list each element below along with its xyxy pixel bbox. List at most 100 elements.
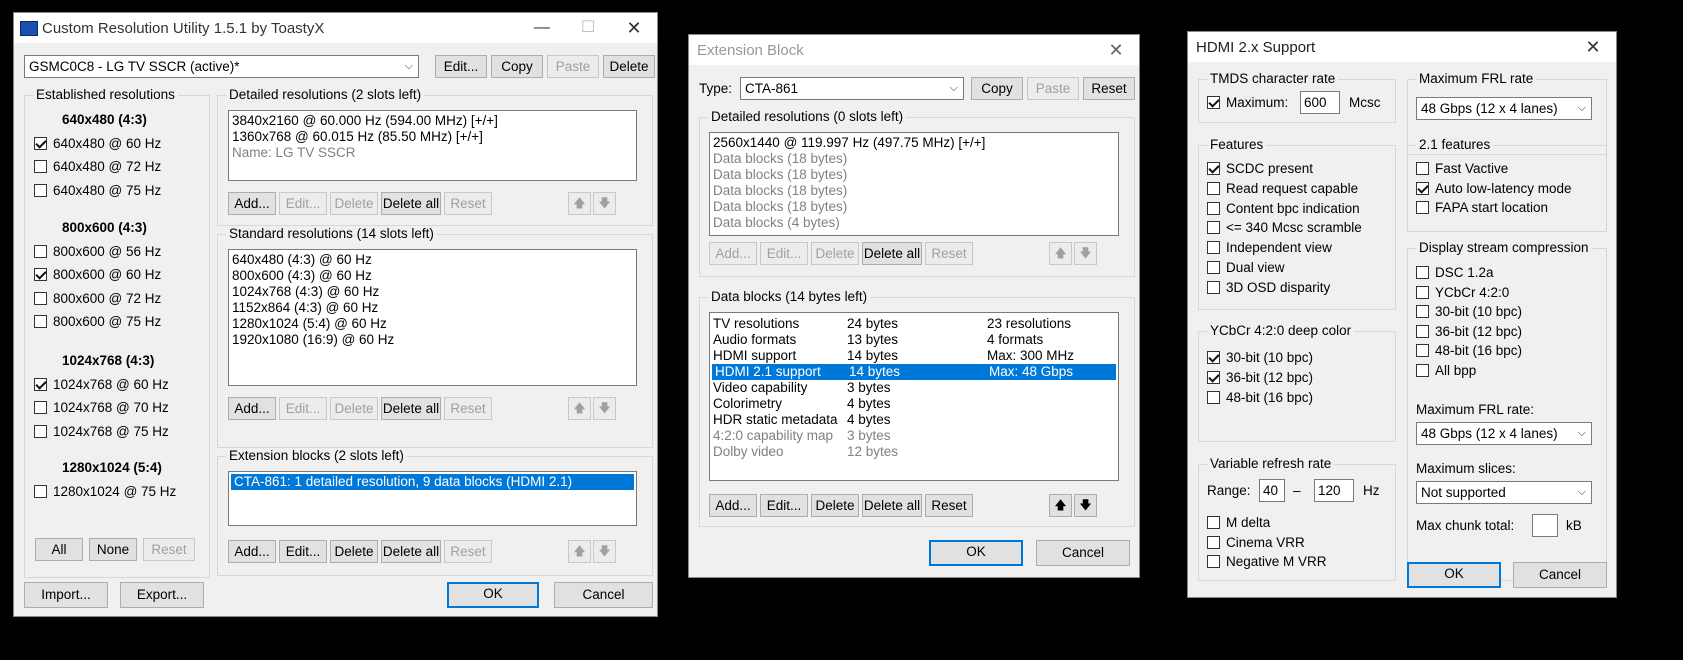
hdmi-ok-button[interactable]: OK bbox=[1407, 562, 1501, 588]
type-select[interactable]: CTA-861 ⌵ bbox=[740, 77, 964, 100]
import-button[interactable]: Import... bbox=[24, 582, 108, 608]
table-row[interactable]: HDMI support 14 bytes Max: 300 MHz bbox=[710, 348, 1118, 364]
arrow-down-icon[interactable]: 🡇 bbox=[593, 192, 616, 215]
list-item-name[interactable]: Name: LG TV SSCR bbox=[229, 145, 636, 161]
frl-select[interactable]: 48 Gbps (12 x 4 lanes) ⌵ bbox=[1416, 97, 1592, 120]
feature-checkbox[interactable]: Independent view bbox=[1207, 240, 1332, 256]
tmds-max-input[interactable]: 600 bbox=[1300, 91, 1340, 114]
established-checkbox[interactable]: 1024x768 @ 70 Hz bbox=[34, 400, 169, 416]
table-row[interactable]: Video capability 3 bytes bbox=[710, 380, 1118, 396]
edit-button[interactable]: Edit... bbox=[279, 397, 327, 420]
tmds-max-checkbox[interactable]: Maximum: bbox=[1207, 95, 1288, 111]
table-row[interactable]: TV resolutions 24 bytes 23 resolutions bbox=[710, 316, 1118, 332]
table-row[interactable]: 4:2:0 capability map 3 bytes bbox=[710, 428, 1118, 444]
list-item[interactable]: Data blocks (18 bytes) bbox=[710, 167, 1118, 183]
established-reset-button[interactable]: Reset bbox=[143, 538, 195, 561]
established-checkbox[interactable]: 1024x768 @ 60 Hz bbox=[34, 377, 169, 393]
ext-paste-button[interactable]: Paste bbox=[1027, 77, 1079, 100]
vrr-checkbox[interactable]: Negative M VRR bbox=[1207, 554, 1327, 570]
list-item[interactable]: 1280x1024 (5:4) @ 60 Hz bbox=[229, 316, 636, 332]
delete-all-button[interactable]: Delete all bbox=[381, 397, 441, 420]
arrow-up-icon[interactable]: 🡅 bbox=[568, 540, 591, 563]
delete-button[interactable]: Delete bbox=[811, 242, 859, 265]
established-checkbox[interactable]: 800x600 @ 72 Hz bbox=[34, 291, 161, 307]
edit-button[interactable]: Edit... bbox=[760, 494, 808, 517]
list-item[interactable]: 800x600 (4:3) @ 60 Hz bbox=[229, 268, 636, 284]
dsc-checkbox[interactable]: All bpp bbox=[1416, 363, 1476, 379]
arrow-down-icon[interactable]: 🡇 bbox=[593, 397, 616, 420]
maximize-icon[interactable]: ☐ bbox=[565, 13, 611, 43]
ext-reset-button[interactable]: Reset bbox=[1083, 77, 1135, 100]
ext-detailed-list[interactable]: 2560x1440 @ 119.997 Hz (497.75 MHz) [+/+… bbox=[709, 132, 1119, 236]
delete-all-button[interactable]: Delete all bbox=[862, 242, 922, 265]
ycbcr-checkbox[interactable]: 30-bit (10 bpc) bbox=[1207, 350, 1313, 366]
extension-list[interactable]: CTA-861: 1 detailed resolution, 9 data b… bbox=[228, 471, 637, 526]
add-button[interactable]: Add... bbox=[228, 397, 276, 420]
dsc-frl-select[interactable]: 48 Gbps (12 x 4 lanes) ⌵ bbox=[1416, 422, 1592, 445]
reset-button[interactable]: Reset bbox=[444, 192, 492, 215]
delete-button[interactable]: Delete bbox=[330, 192, 378, 215]
hdmi-titlebar[interactable]: HDMI 2.x Support ✕ bbox=[1188, 32, 1616, 62]
table-row-selected[interactable]: HDMI 2.1 support 14 bytes Max: 48 Gbps bbox=[712, 364, 1116, 380]
established-checkbox[interactable]: 800x600 @ 60 Hz bbox=[34, 267, 161, 283]
add-button[interactable]: Add... bbox=[228, 192, 276, 215]
reset-button[interactable]: Reset bbox=[444, 540, 492, 563]
ext-copy-button[interactable]: Copy bbox=[971, 77, 1023, 100]
arrow-up-icon[interactable]: 🡅 bbox=[1049, 242, 1072, 265]
edit-button[interactable]: Edit... bbox=[279, 192, 327, 215]
cru-titlebar[interactable]: Custom Resolution Utility 1.5.1 by Toast… bbox=[14, 13, 657, 43]
reset-button[interactable]: Reset bbox=[444, 397, 492, 420]
dsc-checkbox[interactable]: 36-bit (12 bpc) bbox=[1416, 324, 1522, 340]
f21-checkbox[interactable]: Auto low-latency mode bbox=[1416, 181, 1572, 197]
cancel-button[interactable]: Cancel bbox=[554, 582, 653, 608]
list-item[interactable]: Data blocks (18 bytes) bbox=[710, 151, 1118, 167]
datablocks-list[interactable]: TV resolutions 24 bytes 23 resolutions Audi… bbox=[709, 312, 1119, 481]
table-row[interactable]: Colorimetry 4 bytes bbox=[710, 396, 1118, 412]
reset-button[interactable]: Reset bbox=[925, 242, 973, 265]
table-row[interactable]: Dolby video 12 bytes bbox=[710, 444, 1118, 460]
edit-button[interactable]: Edit... bbox=[279, 540, 327, 563]
feature-checkbox[interactable]: <= 340 Mcsc scramble bbox=[1207, 220, 1362, 236]
ycbcr-checkbox[interactable]: 48-bit (16 bpc) bbox=[1207, 390, 1313, 406]
copy-display-button[interactable]: Copy bbox=[491, 55, 543, 78]
detailed-list[interactable]: 3840x2160 @ 60.000 Hz (594.00 MHz) [+/+]… bbox=[228, 110, 637, 181]
established-checkbox[interactable]: 640x480 @ 60 Hz bbox=[34, 136, 161, 152]
list-item[interactable]: Data blocks (18 bytes) bbox=[710, 183, 1118, 199]
arrow-down-icon[interactable]: 🡇 bbox=[1074, 242, 1097, 265]
close-icon[interactable]: ✕ bbox=[611, 13, 657, 43]
feature-checkbox[interactable]: Content bpc indication bbox=[1207, 201, 1360, 217]
feature-checkbox[interactable]: Dual view bbox=[1207, 260, 1285, 276]
all-button[interactable]: All bbox=[35, 538, 83, 561]
list-item[interactable]: 2560x1440 @ 119.997 Hz (497.75 MHz) [+/+… bbox=[710, 135, 1118, 151]
arrow-down-icon[interactable]: 🡇 bbox=[1074, 494, 1097, 517]
arrow-up-icon[interactable]: 🡅 bbox=[1049, 494, 1072, 517]
delete-button[interactable]: Delete bbox=[330, 397, 378, 420]
list-item-selected[interactable]: CTA-861: 1 detailed resolution, 9 data b… bbox=[231, 474, 634, 490]
list-item[interactable]: 1920x1080 (16:9) @ 60 Hz bbox=[229, 332, 636, 348]
add-button[interactable]: Add... bbox=[709, 494, 757, 517]
ycbcr-checkbox[interactable]: 36-bit (12 bpc) bbox=[1207, 370, 1313, 386]
list-item[interactable]: Data blocks (4 bytes) bbox=[710, 215, 1118, 231]
delete-button[interactable]: Delete bbox=[811, 494, 859, 517]
established-checkbox[interactable]: 800x600 @ 75 Hz bbox=[34, 314, 161, 330]
ext-titlebar[interactable]: Extension Block ✕ bbox=[689, 35, 1139, 65]
list-item[interactable]: 1152x864 (4:3) @ 60 Hz bbox=[229, 300, 636, 316]
add-button[interactable]: Add... bbox=[709, 242, 757, 265]
list-item[interactable]: 640x480 (4:3) @ 60 Hz bbox=[229, 252, 636, 268]
add-button[interactable]: Add... bbox=[228, 540, 276, 563]
close-icon[interactable]: ✕ bbox=[1093, 35, 1139, 65]
export-button[interactable]: Export... bbox=[120, 582, 204, 608]
vrr-checkbox[interactable]: Cinema VRR bbox=[1207, 535, 1305, 551]
delete-all-button[interactable]: Delete all bbox=[862, 494, 922, 517]
minimize-icon[interactable]: — bbox=[519, 13, 565, 43]
none-button[interactable]: None bbox=[89, 538, 137, 561]
ext-ok-button[interactable]: OK bbox=[929, 540, 1023, 566]
display-select[interactable]: GSMC0C8 - LG TV SSCR (active)* ⌵ bbox=[24, 55, 419, 78]
f21-checkbox[interactable]: Fast Vactive bbox=[1416, 161, 1508, 177]
dsc-chunk-input[interactable] bbox=[1532, 514, 1558, 537]
list-item[interactable]: 1024x768 (4:3) @ 60 Hz bbox=[229, 284, 636, 300]
hdmi-cancel-button[interactable]: Cancel bbox=[1513, 562, 1607, 588]
established-checkbox[interactable]: 1024x768 @ 75 Hz bbox=[34, 424, 169, 440]
arrow-up-icon[interactable]: 🡅 bbox=[568, 397, 591, 420]
delete-all-button[interactable]: Delete all bbox=[381, 192, 441, 215]
